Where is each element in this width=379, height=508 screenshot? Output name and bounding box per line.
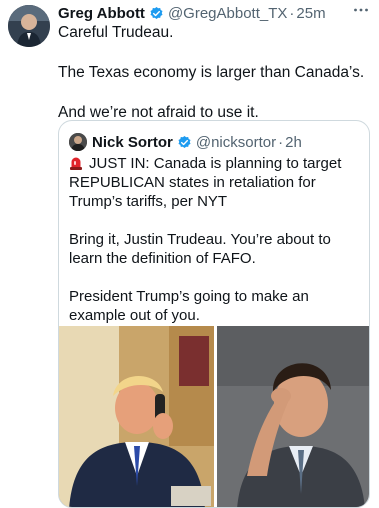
tweet-paragraph: Careful Trudeau.	[58, 24, 174, 41]
separator: ·	[278, 133, 284, 151]
tweet-paragraph: The Texas economy is larger than Canada’…	[58, 64, 365, 81]
photo-man-on-phone-at-desk[interactable]	[59, 326, 214, 507]
photo-man-with-hand-on-forehead[interactable]	[216, 326, 369, 507]
author-handle[interactable]: @GregAbbott_TX	[168, 5, 287, 22]
quoted-media[interactable]	[59, 326, 369, 507]
quoted-author-avatar[interactable]	[69, 133, 87, 151]
author-name[interactable]: Greg Abbott	[58, 5, 145, 22]
quoted-author-handle[interactable]: @nicksortor	[196, 134, 276, 151]
quoted-timestamp[interactable]: 2h	[285, 134, 302, 151]
timestamp[interactable]: 25m	[296, 5, 325, 22]
more-horizontal-icon[interactable]	[353, 2, 369, 18]
quoted-tweet[interactable]: Nick Sortor @nicksortor · 2h JUST IN: Ca…	[58, 120, 370, 508]
quoted-tweet-text: JUST IN: Canada is planning to target RE…	[69, 154, 365, 325]
verified-badge-icon	[149, 6, 164, 21]
quoted-tweet-header: Nick Sortor @nicksortor · 2h	[69, 133, 302, 151]
tweet[interactable]: Greg Abbott @GregAbbott_TX · 25m Careful…	[0, 0, 379, 508]
author-avatar[interactable]	[8, 5, 50, 47]
siren-icon	[69, 155, 83, 170]
quoted-paragraph: President Trump’s going to make an examp…	[69, 288, 309, 324]
separator: ·	[289, 4, 295, 22]
tweet-header: Greg Abbott @GregAbbott_TX · 25m	[58, 3, 371, 23]
quoted-author-name[interactable]: Nick Sortor	[92, 134, 173, 151]
quoted-paragraph-text: JUST IN: Canada is planning to target RE…	[69, 155, 342, 210]
quoted-paragraph: JUST IN: Canada is planning to target RE…	[69, 154, 365, 211]
tweet-text: Careful Trudeau. The Texas economy is la…	[58, 23, 370, 123]
quoted-paragraph: Bring it, Justin Trudeau. You’re about t…	[69, 231, 331, 267]
verified-badge-icon	[177, 135, 192, 150]
